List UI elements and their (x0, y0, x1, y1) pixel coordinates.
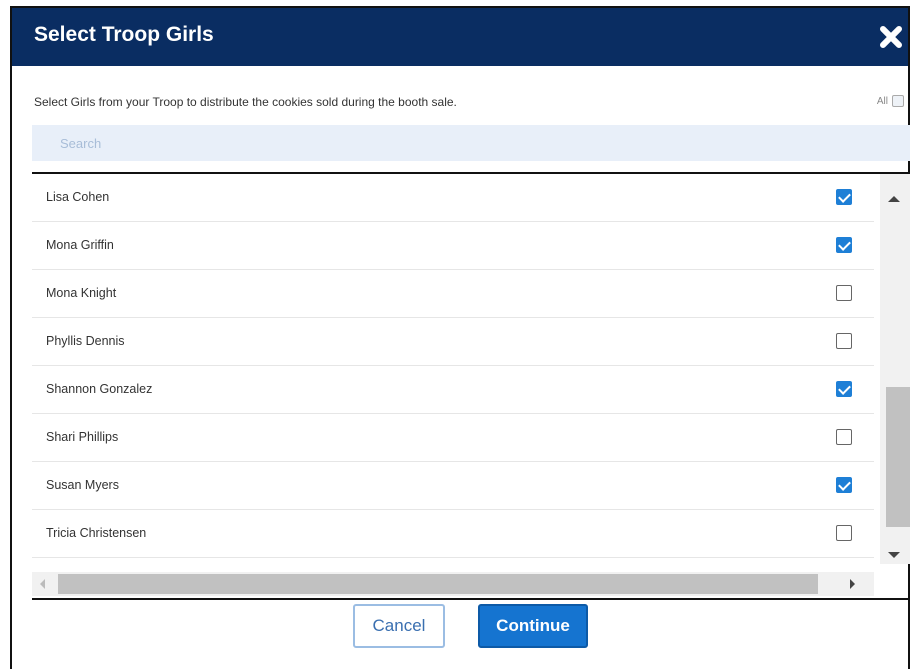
girl-checkbox[interactable] (836, 333, 852, 349)
select-troop-girls-dialog: Select Troop Girls Select Girls from you… (10, 6, 910, 669)
girl-checkbox[interactable] (836, 381, 852, 397)
girl-name: Mona Knight (46, 286, 117, 300)
girl-checkbox[interactable] (836, 189, 852, 205)
girl-name: Susan Myers (46, 478, 119, 492)
scroll-left-arrow-icon[interactable] (40, 579, 45, 589)
girl-row[interactable]: Mona Griffin (32, 222, 874, 270)
vertical-scroll-thumb[interactable] (886, 387, 910, 527)
girl-checkbox[interactable] (836, 285, 852, 301)
girl-name: Lisa Cohen (46, 190, 110, 204)
girl-checkbox[interactable] (836, 525, 852, 541)
scroll-up-arrow-icon[interactable] (888, 196, 900, 202)
girl-row[interactable]: Shari Phillips (32, 414, 874, 462)
girl-name: Tricia Christensen (46, 526, 147, 540)
dialog-header: Select Troop Girls (12, 8, 908, 66)
girl-checkbox[interactable] (836, 477, 852, 493)
instruction-text: Select Girls from your Troop to distribu… (34, 95, 457, 109)
girl-row[interactable]: Susan Myers (32, 462, 874, 510)
vertical-scrollbar[interactable] (880, 174, 910, 564)
girl-name: Shari Phillips (46, 430, 119, 444)
girl-checkbox[interactable] (836, 429, 852, 445)
horizontal-scroll-thumb[interactable] (58, 574, 818, 594)
girl-checkbox[interactable] (836, 237, 852, 253)
continue-button[interactable]: Continue (478, 604, 588, 648)
girl-row[interactable]: Mona Knight (32, 270, 874, 318)
select-all-label: All (876, 95, 888, 107)
dialog-title: Select Troop Girls (34, 23, 214, 46)
girl-name: Phyllis Dennis (46, 334, 125, 348)
close-icon[interactable] (876, 22, 906, 52)
girl-row[interactable]: Lisa Cohen (32, 174, 874, 222)
dialog-footer: Cancel Continue (12, 604, 912, 664)
girls-list: Lisa Cohen Mona Griffin Mona Knight Phyllis… (32, 172, 910, 600)
select-all-checkbox[interactable] (892, 95, 904, 107)
scroll-down-arrow-icon[interactable] (888, 552, 900, 558)
girls-rows: Lisa Cohen Mona Griffin Mona Knight Phyllis… (32, 174, 874, 558)
select-all-control[interactable]: All (877, 95, 904, 107)
girl-row[interactable]: Tricia Christensen (32, 510, 874, 558)
girl-name: Shannon Gonzalez (46, 382, 153, 396)
search-input[interactable] (32, 125, 910, 161)
cancel-button[interactable]: Cancel (353, 604, 445, 648)
girl-name: Mona Griffin (46, 238, 114, 252)
scroll-right-arrow-icon[interactable] (850, 579, 855, 589)
girl-row[interactable]: Phyllis Dennis (32, 318, 874, 366)
girl-row[interactable]: Shannon Gonzalez (32, 366, 874, 414)
horizontal-scrollbar[interactable] (32, 572, 874, 596)
